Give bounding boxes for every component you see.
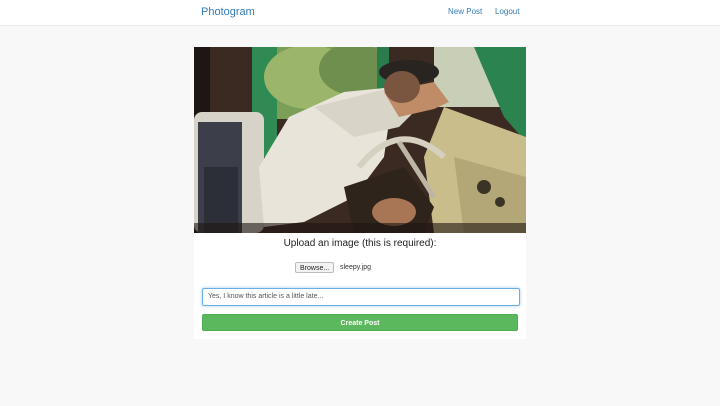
selected-file-name: sleepy.jpg: [340, 264, 372, 271]
new-post-card: Upload an image (this is required): Brow…: [194, 47, 526, 339]
caption-input[interactable]: Yes, I know this article is a little lat…: [202, 288, 520, 306]
browse-button[interactable]: Browse...: [295, 262, 335, 273]
logout-link[interactable]: Logout: [495, 7, 519, 17]
brand-link[interactable]: Photogram: [201, 5, 255, 19]
new-post-link[interactable]: New Post: [448, 7, 482, 17]
uploaded-photo-preview: [194, 47, 526, 233]
top-navbar: Photogram New Post Logout: [0, 0, 720, 26]
create-post-button[interactable]: Create Post: [202, 314, 518, 331]
upload-heading: Upload an image (this is required):: [283, 238, 437, 249]
